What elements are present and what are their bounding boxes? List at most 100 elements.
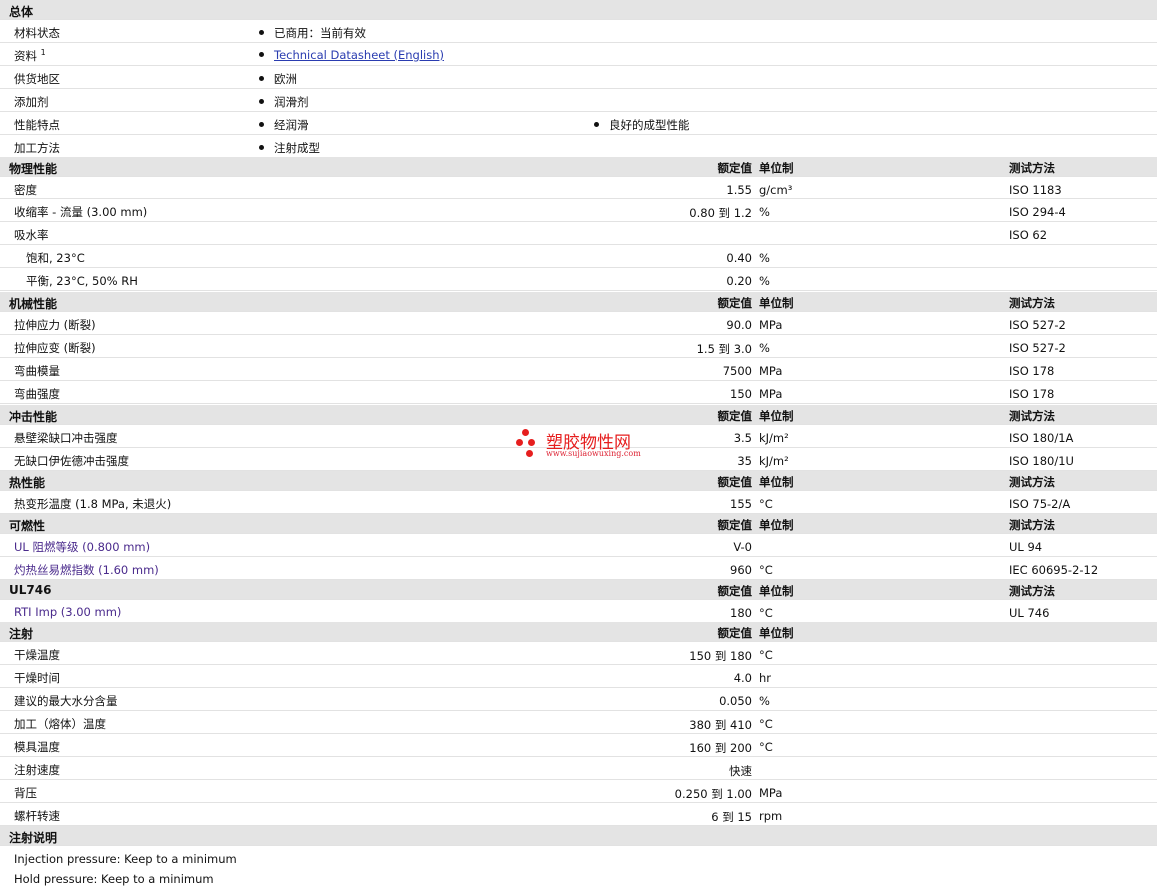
section-header-mechanical: 机械性能 额定值 单位制 测试方法: [0, 292, 1157, 312]
row-label: 干燥时间: [14, 671, 60, 685]
datasheet-link[interactable]: Technical Datasheet (English): [274, 48, 444, 62]
row-value: 960: [730, 563, 752, 577]
row-test-method: ISO 178: [1009, 387, 1055, 401]
row-value: 欧洲: [274, 72, 297, 86]
row-test-method: ISO 1183: [1009, 183, 1062, 197]
table-row: 收缩率 - 流量 (3.00 mm) 0.80 到 1.2% ISO 294-4: [0, 199, 1157, 222]
watermark-url: www.sujiaowuxing.com: [546, 449, 641, 458]
row-value: 润滑剂: [274, 95, 309, 109]
table-row: 密度 1.55 g/cm³ ISO 1183: [0, 177, 1157, 199]
row-label: 材料状态: [14, 26, 60, 40]
row-value: 0.80 到 1.2: [689, 206, 752, 220]
column-header-unit: 单位制: [759, 626, 794, 640]
row-label: 资料: [14, 49, 37, 63]
watermark-logo: 塑胶物性网 www.sujiaowuxing.com: [516, 425, 646, 463]
row-test-method: ISO 180/1A: [1009, 431, 1074, 445]
row-value: 6 到 15: [711, 810, 752, 824]
row-process: 加工方法 注射成型: [0, 135, 1157, 158]
row-region: 供货地区 欧洲: [0, 66, 1157, 89]
row-label: 热变形温度 (1.8 MPa, 未退火): [14, 497, 172, 511]
row-label: 性能特点: [14, 118, 60, 132]
bullet-icon: [259, 52, 264, 57]
column-header-value: 额定值: [717, 584, 753, 598]
table-row: 平衡, 23°C, 50% RH 0.20%: [0, 268, 1157, 291]
table-row: 模具温度 160 到 200 °C: [0, 734, 1157, 757]
section-header-physical: 物理性能 额定值 单位制 测试方法: [0, 157, 1157, 177]
section-header-thermal: 热性能 额定值 单位制 测试方法: [0, 471, 1157, 491]
row-unit: °C: [759, 563, 773, 577]
row-label: 加工方法: [14, 141, 60, 155]
row-additive: 添加剂 润滑剂: [0, 89, 1157, 112]
row-test-method: ISO 294-4: [1009, 205, 1066, 219]
section-header-flammability: 可燃性 额定值 单位制 测试方法: [0, 514, 1157, 534]
column-header-value: 额定值: [717, 475, 753, 489]
row-unit: MPa: [759, 387, 783, 401]
row-unit: °C: [759, 648, 773, 662]
column-header-test: 测试方法: [1009, 409, 1055, 423]
row-value: 注射成型: [274, 141, 320, 155]
column-header-unit: 单位制: [759, 296, 794, 310]
column-header-test: 测试方法: [1009, 296, 1055, 310]
column-header-unit: 单位制: [759, 518, 794, 532]
table-row: 背压 0.250 到 1.00 MPa: [0, 780, 1157, 803]
row-value: 1.5 到 3.0: [696, 342, 752, 356]
table-row: 弯曲强度 150 MPa ISO 178: [0, 381, 1157, 404]
row-unit: kJ/m²: [759, 431, 789, 445]
row-value: 1.55: [726, 183, 752, 197]
section-title: 机械性能: [9, 297, 58, 311]
note-line: Hold pressure: Keep to a minimum: [14, 872, 214, 886]
logo-dot: [528, 439, 535, 446]
row-documents: 资料 1 Technical Datasheet (English): [0, 43, 1157, 66]
row-label: 弯曲强度: [14, 387, 60, 401]
column-header-value: 额定值: [717, 161, 753, 175]
table-row: 拉伸应力 (断裂) 90.0 MPa ISO 527-2: [0, 312, 1157, 335]
bullet-icon: [259, 145, 264, 150]
row-unit: MPa: [759, 786, 783, 800]
row-test-method: ISO 527-2: [1009, 318, 1066, 332]
table-row: 干燥温度 150 到 180 °C: [0, 642, 1157, 665]
column-header-test: 测试方法: [1009, 161, 1055, 175]
row-label: 模具温度: [14, 740, 60, 754]
row-test-method: ISO 527-2: [1009, 341, 1066, 355]
row-unit: %: [759, 341, 770, 355]
row-features: 性能特点 经润滑 良好的成型性能: [0, 112, 1157, 135]
row-test-method: ISO 62: [1009, 228, 1048, 242]
section-title: UL746: [9, 583, 52, 597]
section-header-general: 总体: [0, 0, 1157, 20]
table-row: 饱和, 23°C 0.40%: [0, 245, 1157, 268]
section-header-impact: 冲击性能 额定值 单位制 测试方法: [0, 405, 1157, 425]
row-value: 0.40: [726, 251, 752, 265]
row-label: UL 阻燃等级 (0.800 mm): [14, 540, 151, 554]
row-label: 拉伸应变 (断裂): [14, 341, 96, 355]
table-row: 拉伸应变 (断裂) 1.5 到 3.0% ISO 527-2: [0, 335, 1157, 358]
row-value: V-0: [733, 540, 752, 554]
table-row: RTI Imp (3.00 mm) 180 °C UL 746: [0, 600, 1157, 623]
row-test-method: UL 94: [1009, 540, 1043, 554]
row-value: 150 到 180: [689, 649, 752, 663]
table-row: UL 阻燃等级 (0.800 mm) V-0 UL 94: [0, 534, 1157, 557]
row-label: 加工（熔体）温度: [14, 717, 106, 731]
row-unit: %: [759, 274, 770, 288]
row-value: 经润滑: [274, 118, 309, 132]
row-value: 155: [730, 497, 752, 511]
bullet-icon: [259, 99, 264, 104]
logo-dot: [516, 439, 523, 446]
row-test-method: IEC 60695-2-12: [1009, 563, 1099, 577]
row-value: 0.050: [719, 694, 752, 708]
column-header-unit: 单位制: [759, 409, 794, 423]
row-unit: %: [759, 251, 770, 265]
section-title: 总体: [9, 5, 34, 19]
row-test-method: ISO 178: [1009, 364, 1055, 378]
table-row: 热变形温度 (1.8 MPa, 未退火) 155 °C ISO 75-2/A: [0, 491, 1157, 514]
row-label: 螺杆转速: [14, 809, 60, 823]
logo-dot: [526, 450, 533, 457]
row-label: 密度: [14, 183, 37, 197]
row-value: 7500: [722, 364, 752, 378]
table-row: 螺杆转速 6 到 15 rpm: [0, 803, 1157, 826]
row-unit: kJ/m²: [759, 454, 789, 468]
column-header-unit: 单位制: [759, 475, 794, 489]
row-unit: °C: [759, 497, 773, 511]
row-test-method: ISO 180/1U: [1009, 454, 1074, 468]
row-value: 快速: [729, 764, 752, 778]
row-label: 饱和, 23°C: [26, 251, 85, 265]
